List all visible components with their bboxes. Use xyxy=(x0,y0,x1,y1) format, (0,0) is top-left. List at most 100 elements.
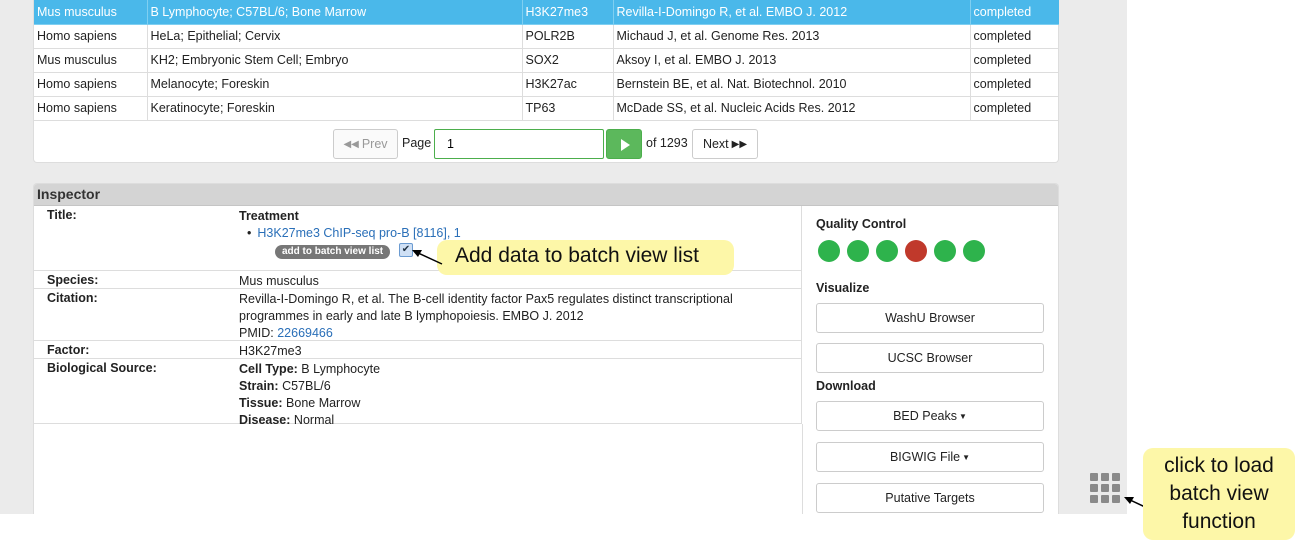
next-button[interactable]: Next ▶▶ xyxy=(692,129,758,159)
bullet-icon: • xyxy=(247,226,252,240)
qc-indicator-dot[interactable] xyxy=(963,240,985,262)
citation-line-2: programmes in early and late B lymphopoi… xyxy=(239,309,584,323)
cell-status: completed xyxy=(970,48,1059,73)
table-row[interactable]: Homo sapiens HeLa; Epithelial; Cervix POLR… xyxy=(34,24,1059,49)
add-to-batch-button[interactable]: add to batch view list xyxy=(275,245,391,259)
cell-status: completed xyxy=(970,96,1059,121)
table-row[interactable]: Mus musculus KH2; Embryonic Stem Cell; Em… xyxy=(34,48,1059,73)
cell-factor: H3K27ac xyxy=(522,72,614,97)
load-callout-line-2: batch view xyxy=(1169,482,1269,505)
qc-indicator-dot[interactable] xyxy=(847,240,869,262)
play-icon xyxy=(621,139,630,151)
cell-source: Keratinocyte; Foreskin xyxy=(147,96,523,121)
cell-source: HeLa; Epithelial; Cervix xyxy=(147,24,523,49)
cell-factor: SOX2 xyxy=(522,48,614,73)
citation-value: Revilla-I-Domingo R, et al. The B-cell i… xyxy=(239,291,733,342)
table-row[interactable]: Homo sapiens Keratinocyte; Foreskin TP63 Mc… xyxy=(34,96,1059,121)
cell-source: B Lymphocyte; C57BL/6; Bone Marrow xyxy=(147,0,523,25)
qc-indicator-dot[interactable] xyxy=(905,240,927,262)
factor-row: Factor: H3K27me3 xyxy=(34,341,802,359)
visualize-title: Visualize xyxy=(816,281,870,295)
cell-citation: Michaud J, et al. Genome Res. 2013 xyxy=(613,24,971,49)
biological-source-row: Biological Source: Cell Type: B Lymphocy… xyxy=(34,359,802,427)
pmid: PMID: 22669466 xyxy=(239,325,733,342)
qc-indicator-dot[interactable] xyxy=(818,240,840,262)
factor-value: H3K27me3 xyxy=(239,344,302,358)
strain-label: Strain: xyxy=(239,379,279,393)
cell-status: completed xyxy=(970,24,1059,49)
treatment-link[interactable]: H3K27me3 ChIP-seq pro-B [8116], 1 xyxy=(257,226,460,240)
cell-source: Melanocyte; Foreskin xyxy=(147,72,523,97)
column-divider xyxy=(802,424,803,514)
cell-citation: Aksoy I, et al. EMBO J. 2013 xyxy=(613,48,971,73)
cell-status: completed xyxy=(970,72,1059,97)
species-key: Species: xyxy=(47,273,99,287)
cell-status: completed xyxy=(970,0,1059,25)
page-count: of 1293 xyxy=(646,136,688,150)
batch-list-callout: Add data to batch view list xyxy=(437,240,734,275)
treatment-item: • H3K27me3 ChIP-seq pro-B [8116], 1 xyxy=(239,225,461,242)
biological-source-key: Biological Source: xyxy=(47,361,157,375)
bigwig-file-label: BIGWIG File xyxy=(889,450,961,464)
load-batch-callout: click to load batch view function xyxy=(1143,448,1295,540)
batch-view-grid-icon[interactable] xyxy=(1090,473,1122,505)
cell-factor: TP63 xyxy=(522,96,614,121)
pmid-link[interactable]: 22669466 xyxy=(277,326,333,340)
caret-down-icon: ▼ xyxy=(962,452,971,462)
download-title: Download xyxy=(816,379,876,393)
load-callout-line-1: click to load xyxy=(1164,454,1274,477)
cell-species: Homo sapiens xyxy=(34,24,148,49)
tissue-value: Bone Marrow xyxy=(286,396,361,410)
strain-value: C57BL/6 xyxy=(282,379,331,393)
bed-peaks-button[interactable]: BED Peaks ▼ xyxy=(816,401,1044,431)
cell-citation: Bernstein BE, et al. Nat. Biotechnol. 20… xyxy=(613,72,971,97)
cell-type-label: Cell Type: xyxy=(239,362,298,376)
washu-browser-button[interactable]: WashU Browser xyxy=(816,303,1044,333)
citation-key: Citation: xyxy=(47,291,98,305)
page-input[interactable] xyxy=(434,129,604,159)
inspector-panel: Inspector Title: Treatment • H3K27me3 ChI… xyxy=(33,183,1059,514)
double-chevron-left-icon: ◀◀ xyxy=(343,138,359,150)
pmid-label: PMID: xyxy=(239,326,274,340)
bed-peaks-label: BED Peaks xyxy=(893,409,957,423)
cell-species: Homo sapiens xyxy=(34,96,148,121)
double-chevron-right-icon: ▶▶ xyxy=(731,138,748,150)
bigwig-file-button[interactable]: BIGWIG File ▼ xyxy=(816,442,1044,472)
prev-label: Prev xyxy=(361,137,388,151)
citation-row: Citation: Revilla-I-Domingo R, et al. Th… xyxy=(34,289,802,341)
treatment-label: Treatment xyxy=(239,209,299,223)
citation-line-1: Revilla-I-Domingo R, et al. The B-cell i… xyxy=(239,292,733,306)
disease-label: Disease: xyxy=(239,413,291,427)
results-table: Mus musculus B Lymphocyte; C57BL/6; Bone … xyxy=(34,0,1059,121)
disease-value: Normal xyxy=(293,413,335,427)
cell-species: Mus musculus xyxy=(34,0,148,25)
species-value: Mus musculus xyxy=(239,274,319,288)
table-row[interactable]: Mus musculus B Lymphocyte; C57BL/6; Bone … xyxy=(34,0,1059,25)
putative-targets-button[interactable]: Putative Targets xyxy=(816,483,1044,513)
load-callout-line-3: function xyxy=(1182,510,1256,533)
cell-factor: POLR2B xyxy=(522,24,614,49)
cell-type-value: B Lymphocyte xyxy=(301,362,381,376)
cell-citation: Revilla-I-Domingo R, et al. EMBO J. 2012 xyxy=(613,0,971,25)
qc-indicator-dot[interactable] xyxy=(934,240,956,262)
pagination: ◀◀ Prev Page of 1293 Next ▶▶ xyxy=(34,128,1058,160)
table-row[interactable]: Homo sapiens Melanocyte; Foreskin H3K27ac B… xyxy=(34,72,1059,97)
factor-key: Factor: xyxy=(47,343,90,357)
prev-button[interactable]: ◀◀ Prev xyxy=(333,129,398,159)
callout-arrow-icon xyxy=(412,250,443,265)
qc-indicator-dot[interactable] xyxy=(876,240,898,262)
inspector-heading: Inspector xyxy=(34,184,1058,206)
cell-species: Mus musculus xyxy=(34,48,148,73)
results-panel: Mus musculus B Lymphocyte; C57BL/6; Bone … xyxy=(33,0,1059,163)
biological-source-value: Cell Type: B Lymphocyte Strain: C57BL/6 … xyxy=(239,361,380,429)
cell-species: Homo sapiens xyxy=(34,72,148,97)
ucsc-browser-button[interactable]: UCSC Browser xyxy=(816,343,1044,373)
qc-title: Quality Control xyxy=(816,217,907,231)
cell-factor: H3K27me3 xyxy=(522,0,614,25)
caret-down-icon: ▼ xyxy=(959,411,967,421)
go-button[interactable] xyxy=(606,129,642,159)
next-label: Next xyxy=(702,137,729,151)
cell-citation: McDade SS, et al. Nucleic Acids Res. 201… xyxy=(613,96,971,121)
page-label: Page xyxy=(402,136,432,150)
title-key: Title: xyxy=(47,208,77,222)
